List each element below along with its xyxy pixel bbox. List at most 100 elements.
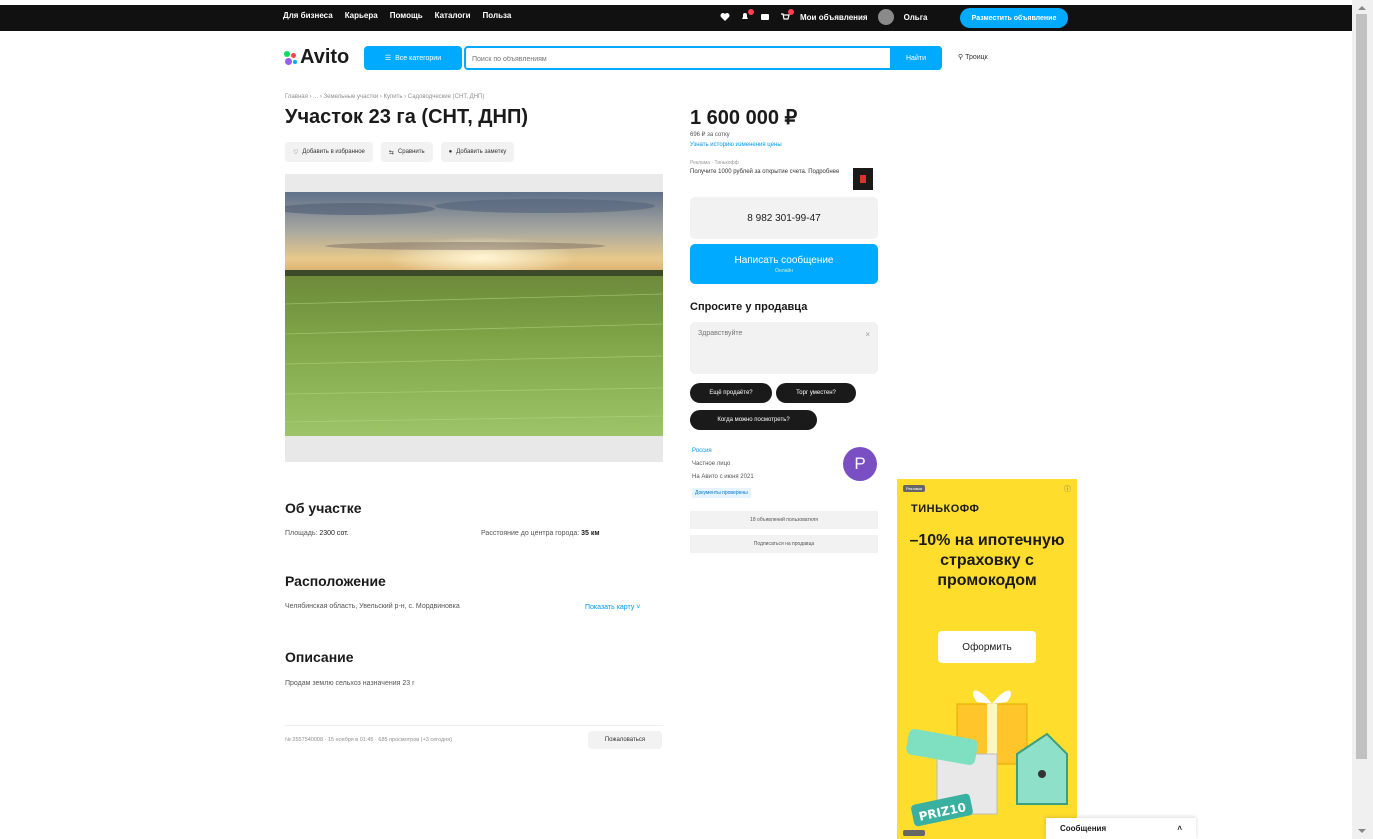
ad-cta-button[interactable]: Оформить: [938, 631, 1036, 663]
description-section-title: Описание: [285, 649, 354, 665]
all-categories-label: Все категории: [395, 54, 442, 62]
location-selector[interactable]: ⚲ Троицк: [958, 53, 988, 61]
location-pin-icon: ⚲: [958, 54, 964, 61]
compare-label: Сравнить: [397, 149, 425, 155]
search-input[interactable]: [466, 49, 886, 70]
ask-seller-input[interactable]: [690, 322, 860, 362]
seller-name-link[interactable]: Россия: [692, 448, 712, 454]
top-nav-links: Для бизнеса Карьера Помощь Каталоги Поль…: [283, 11, 511, 20]
ad-brand: ТИНЬКОФФ: [911, 503, 980, 515]
scroll-down-arrow[interactable]: [1358, 829, 1366, 833]
show-map-label: Показать карту: [585, 604, 635, 611]
ad-label: Реклама: [903, 485, 925, 492]
show-phone-button[interactable]: 8 982 301-99-47: [690, 197, 878, 239]
nav-link-business[interactable]: Для бизнеса: [283, 11, 333, 20]
wheat-field-sunset-image: [285, 192, 663, 462]
listing-actions: ♡ Добавить в избранное ⇆ Сравнить ● Доба…: [285, 142, 515, 162]
heart-outline-icon: ♡: [293, 149, 299, 156]
area-value: 2300 сот.: [319, 530, 349, 537]
heart-icon[interactable]: [720, 12, 730, 22]
search-box: Найти: [464, 46, 942, 70]
scrollbar-thumb[interactable]: [1356, 14, 1367, 759]
write-message-label: Написать сообщение: [734, 254, 834, 266]
messages-label: Сообщения: [1060, 824, 1107, 833]
bell-icon[interactable]: [740, 9, 754, 22]
user-avatar[interactable]: [877, 9, 894, 25]
area-label: Площадь:: [285, 530, 318, 537]
add-to-favorites-button[interactable]: ♡ Добавить в избранное: [285, 142, 373, 162]
gift-box-illustration: PRIZ10: [906, 690, 1068, 827]
cart-icon[interactable]: [780, 9, 794, 22]
avito-logo-icon: [284, 50, 298, 65]
location-section-title: Расположение: [285, 573, 386, 589]
ad-info-icon[interactable]: ⓘ: [1064, 484, 1071, 494]
my-ads-link[interactable]: Мои объявления: [800, 13, 868, 22]
chat-icon[interactable]: [760, 12, 770, 22]
menu-icon: ☰: [384, 55, 392, 62]
scroll-up-arrow[interactable]: [1358, 6, 1366, 10]
write-message-button[interactable]: Написать сообщение Онлайн: [690, 244, 878, 284]
nav-link-benefit[interactable]: Польза: [483, 11, 512, 20]
note-icon: ●: [448, 149, 453, 155]
listing-photo[interactable]: [285, 174, 663, 462]
distance-value: 35 км: [581, 530, 600, 537]
divider: [285, 725, 663, 726]
compare-button[interactable]: ⇆ Сравнить: [380, 142, 433, 162]
address-text: Челябинская область, Увельский р-н, с. М…: [285, 603, 460, 610]
online-status: Онлайн: [775, 267, 793, 274]
seller-verified-badge: Документы проверены: [692, 488, 751, 498]
report-button[interactable]: Пожаловаться: [588, 731, 662, 749]
clear-icon[interactable]: ×: [865, 330, 870, 339]
ad-headline: –10% на ипотечную страховку с промокодом: [909, 532, 1065, 589]
distance-label: Расстояние до центра города:: [481, 530, 580, 537]
ask-seller-box: ×: [690, 322, 878, 374]
show-map-link[interactable]: Показать карту ˅: [585, 604, 640, 611]
post-ad-button[interactable]: Разместить объявление: [960, 8, 1068, 28]
chevron-down-icon: ˅: [636, 604, 641, 611]
quick-question-bargain[interactable]: Торг уместен?: [776, 383, 856, 403]
price-per-unit: 696 ₽ за сотку: [690, 132, 730, 138]
location-label: Троицк: [965, 54, 988, 61]
listing-meta: № 2557540008 · 15 ноября в 01:45 · 685 п…: [285, 737, 453, 743]
price: 1 600 000 ₽: [690, 107, 798, 129]
seller-since: На Авито с июня 2021: [692, 474, 754, 480]
messages-bar[interactable]: Сообщения ˄: [1046, 818, 1196, 839]
promo-text[interactable]: Получите 1000 рублей за открытие счета. …: [690, 168, 840, 176]
avito-logo[interactable]: Avito: [284, 46, 349, 69]
subscribe-seller-button[interactable]: Подписаться на продавца: [690, 535, 878, 553]
breadcrumb[interactable]: Главная › ... › Земельные участки › Купи…: [285, 94, 484, 100]
chevron-up-icon[interactable]: ˄: [1177, 824, 1182, 833]
seller-all-ads-button[interactable]: 18 объявлений пользователя: [690, 511, 878, 529]
page-scrollbar[interactable]: [1352, 0, 1373, 839]
listing-title: Участок 23 га (СНТ, ДНП): [285, 106, 529, 128]
avito-logo-text: Avito: [300, 46, 350, 68]
advertisement-banner[interactable]: Реклама ⓘ ТИНЬКОФФ –10% на ипотечную стр…: [897, 479, 1077, 839]
bank-logo-icon[interactable]: [853, 168, 873, 190]
area-param: Площадь: 2300 сот.: [285, 530, 349, 537]
add-to-favorites-label: Добавить в избранное: [302, 149, 365, 155]
search-button[interactable]: Найти: [890, 46, 942, 70]
promo-label: Реклама · Тинькофф: [690, 160, 739, 166]
seller-avatar[interactable]: Р: [843, 447, 877, 481]
quick-question-when-view[interactable]: Когда можно посмотреть?: [690, 410, 817, 430]
ad-footer-tag: [903, 830, 925, 836]
nav-link-help[interactable]: Помощь: [390, 11, 423, 20]
about-section-title: Об участке: [285, 500, 362, 516]
quick-question-still-selling[interactable]: Ещё продаёте?: [690, 383, 772, 403]
cart-badge: [788, 9, 794, 15]
top-user-area: Мои объявления Ольга: [720, 9, 927, 25]
all-categories-button[interactable]: ☰ Все категории: [364, 46, 462, 70]
nav-link-career[interactable]: Карьера: [345, 11, 378, 20]
price-history-link[interactable]: Узнать историю изменения цены: [690, 142, 782, 148]
seller-type: Частное лицо: [692, 461, 731, 467]
add-note-button[interactable]: ● Добавить заметку: [440, 142, 515, 162]
top-navigation-bar: Для бизнеса Карьера Помощь Каталоги Поль…: [0, 5, 1352, 31]
distance-param: Расстояние до центра города: 35 км: [481, 530, 600, 537]
notification-badge: [748, 9, 754, 15]
add-note-label: Добавить заметку: [456, 149, 507, 155]
compare-icon: ⇆: [388, 149, 394, 156]
description-text: Продам землю сельхоз назначения 23 г: [285, 680, 415, 687]
user-menu[interactable]: Ольга: [904, 13, 928, 22]
ask-seller-title: Спросите у продавца: [690, 301, 808, 313]
nav-link-catalogs[interactable]: Каталоги: [435, 11, 471, 20]
